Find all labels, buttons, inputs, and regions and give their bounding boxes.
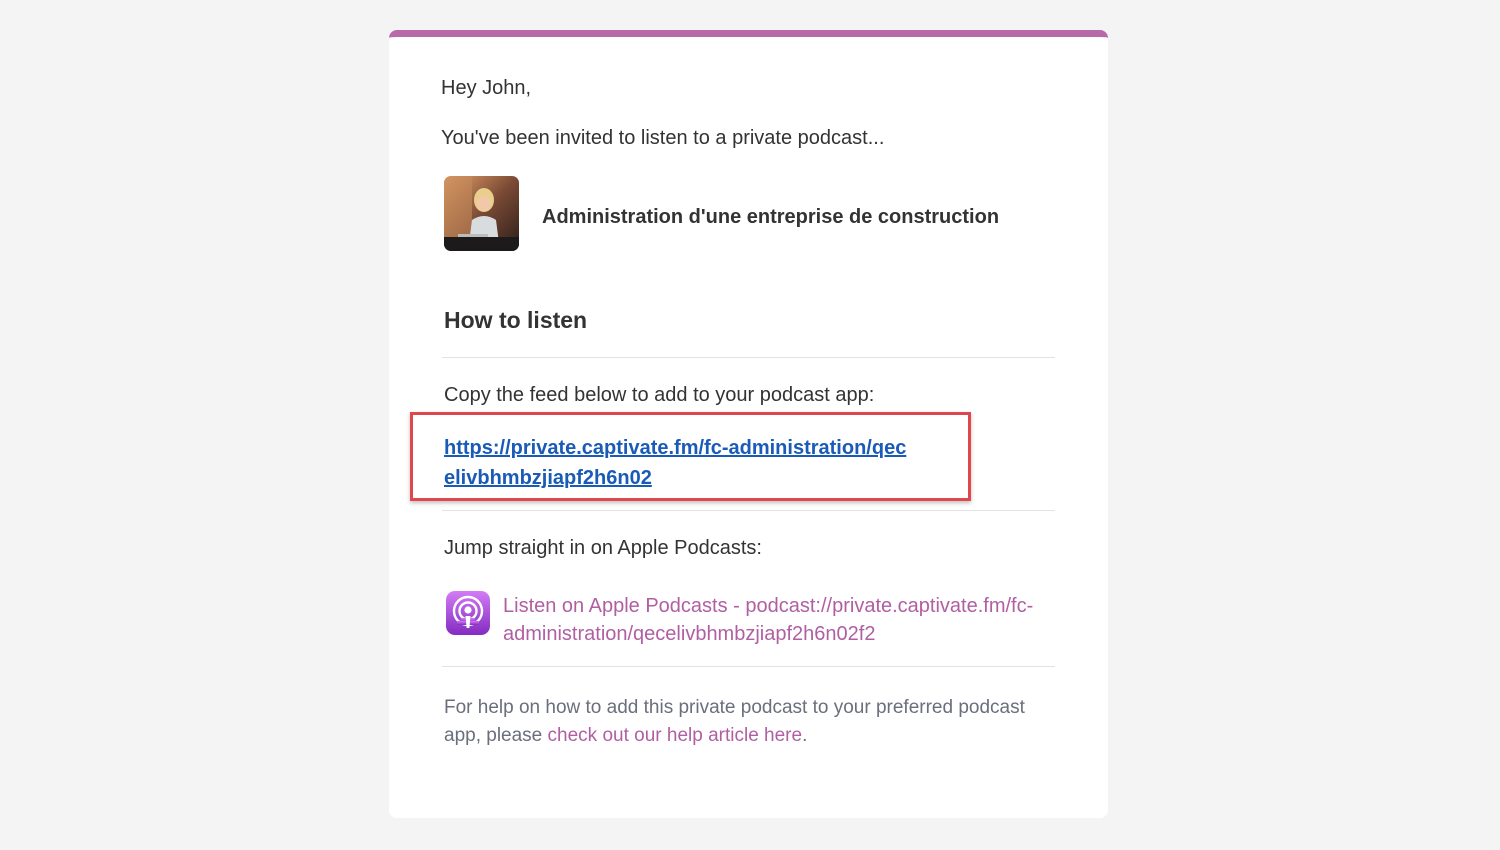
help-text-suffix: . — [802, 725, 808, 746]
divider — [442, 666, 1055, 667]
divider — [442, 510, 1055, 511]
help-text: For help on how to add this private podc… — [444, 694, 1044, 750]
apple-podcasts-link[interactable]: Listen on Apple Podcasts - podcast://pri… — [503, 592, 1063, 648]
copy-feed-instruction: Copy the feed below to add to your podca… — [444, 384, 875, 406]
feed-url-link[interactable]: https://private.captivate.fm/fc-administ… — [444, 433, 914, 493]
how-to-listen-heading: How to listen — [444, 307, 588, 333]
podcast-title: Administration d'une entreprise de const… — [542, 206, 1000, 228]
email-card: Hey John, You've been invited to listen … — [389, 30, 1108, 818]
apple-podcasts-instruction: Jump straight in on Apple Podcasts: — [444, 537, 762, 559]
greeting: Hey John, — [441, 77, 532, 99]
podcast-cover-image — [444, 176, 519, 251]
help-article-link[interactable]: check out our help article here — [548, 725, 803, 746]
apple-podcasts-icon[interactable] — [446, 591, 490, 635]
divider — [442, 357, 1055, 358]
intro-text: You've been invited to listen to a priva… — [441, 127, 885, 149]
